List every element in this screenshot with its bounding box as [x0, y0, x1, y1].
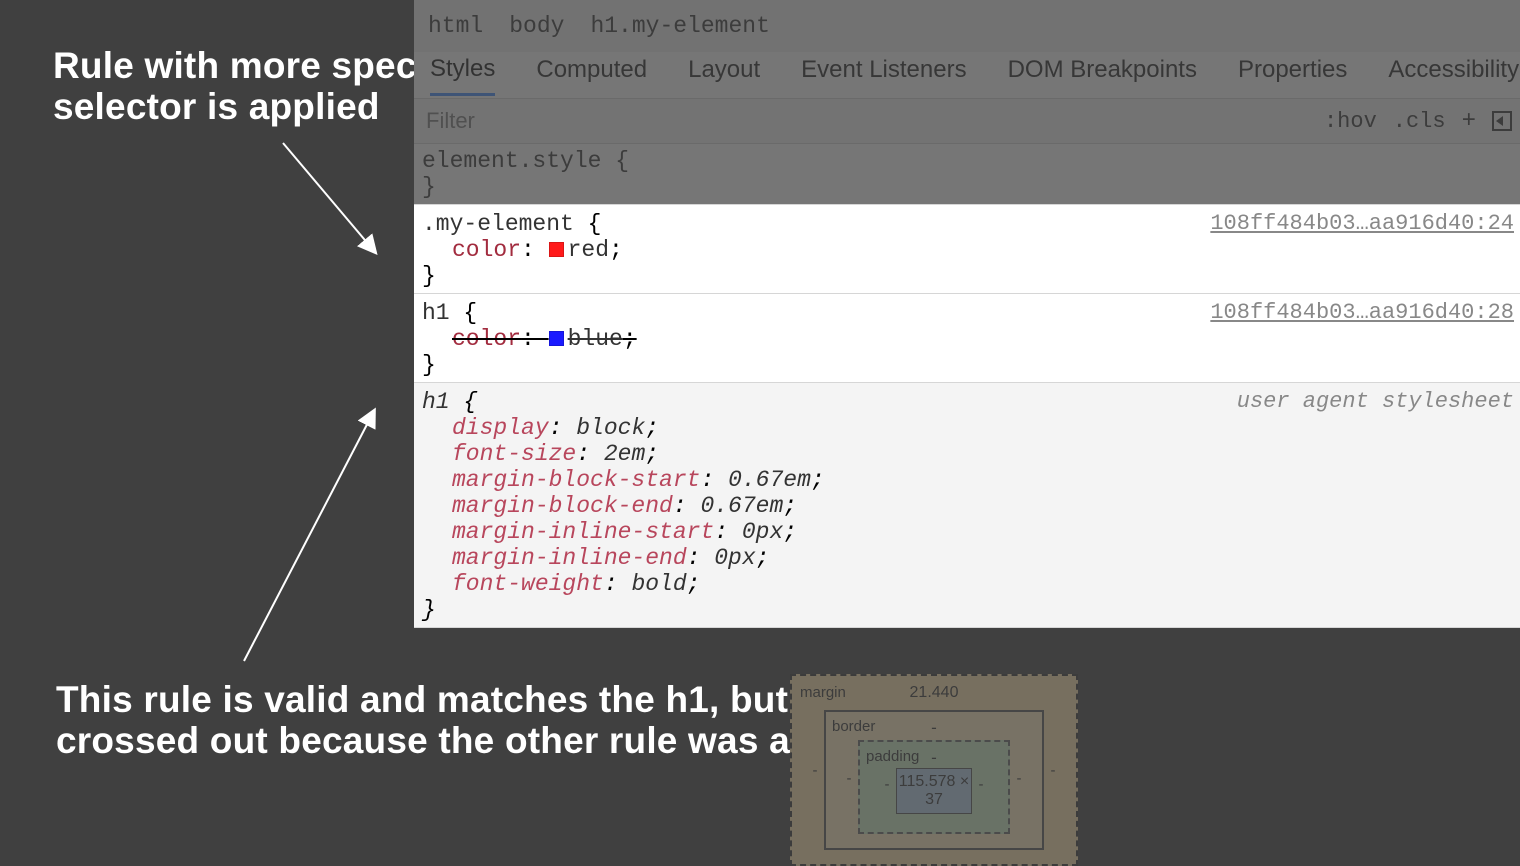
- arrow-to-crossed-rule: [234, 405, 394, 676]
- color-swatch-red[interactable]: [549, 242, 564, 257]
- tab-styles[interactable]: Styles: [430, 55, 495, 96]
- hov-toggle[interactable]: :hov: [1324, 109, 1377, 134]
- box-model-margin-top: 21.440: [792, 684, 1076, 702]
- source-link[interactable]: 108ff484b03…aa916d40:24: [1210, 211, 1514, 236]
- tab-layout[interactable]: Layout: [688, 56, 760, 94]
- devtools-styles-panel: html body h1.my-element Styles Computed …: [414, 0, 1520, 848]
- annotation-specific-selector: Rule with more specific selector is appl…: [53, 46, 471, 127]
- box-model-content: 115.578 × 37: [896, 768, 972, 814]
- element-style-block[interactable]: element.style { }: [414, 144, 1520, 204]
- rules-list: 108ff484b03…aa916d40:24 .my-element { co…: [414, 204, 1520, 628]
- arrow-to-applied-rule: [275, 135, 395, 270]
- breadcrumb-item-h1[interactable]: h1.my-element: [590, 13, 769, 39]
- box-model-border-top: -: [826, 718, 1042, 738]
- rule-h1-author[interactable]: 108ff484b03…aa916d40:28 h1 { color: blue…: [414, 294, 1520, 383]
- source-link[interactable]: 108ff484b03…aa916d40:28: [1210, 300, 1514, 325]
- breadcrumb: html body h1.my-element: [414, 0, 1520, 52]
- rule-my-element[interactable]: 108ff484b03…aa916d40:24 .my-element { co…: [414, 205, 1520, 294]
- new-style-rule-icon[interactable]: +: [1462, 108, 1476, 135]
- tab-computed[interactable]: Computed: [536, 56, 647, 94]
- breadcrumb-item-body[interactable]: body: [509, 13, 564, 39]
- box-model-margin-right: -: [1044, 762, 1062, 779]
- box-model: margin 21.440 - border - - padding -: [790, 674, 1078, 866]
- tab-dom-breakpoints[interactable]: DOM Breakpoints: [1008, 56, 1197, 94]
- tab-accessibility[interactable]: Accessibility: [1388, 56, 1519, 94]
- cls-toggle[interactable]: .cls: [1393, 109, 1446, 134]
- filter-bar: :hov .cls +: [414, 99, 1520, 143]
- rule-h1-user-agent: user agent stylesheet h1 { display: bloc…: [414, 383, 1520, 628]
- filter-input[interactable]: [426, 108, 1324, 134]
- devtools-tabs: Styles Computed Layout Event Listeners D…: [414, 52, 1520, 98]
- box-model-padding-top: -: [860, 748, 1008, 768]
- box-model-margin-left: -: [806, 762, 824, 779]
- tab-properties[interactable]: Properties: [1238, 56, 1347, 94]
- panel-toggle-icon[interactable]: [1492, 111, 1512, 131]
- breadcrumb-item-html[interactable]: html: [428, 13, 483, 39]
- color-swatch-blue[interactable]: [549, 331, 564, 346]
- tab-event-listeners[interactable]: Event Listeners: [801, 56, 966, 94]
- user-agent-label: user agent stylesheet: [1237, 389, 1514, 414]
